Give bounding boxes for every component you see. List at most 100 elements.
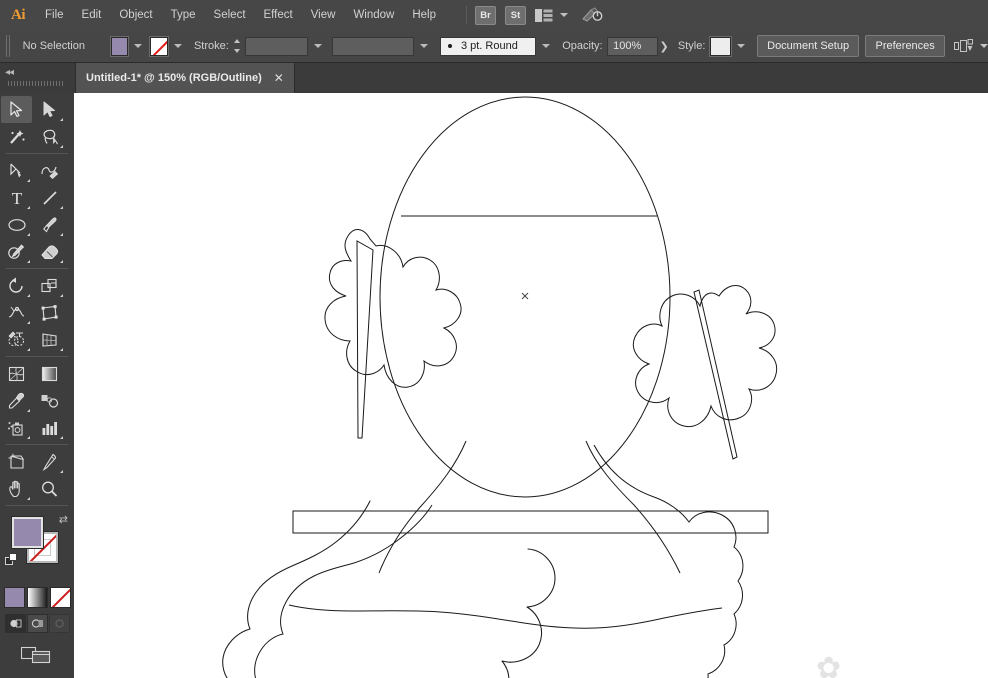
tool-flyout-indicator — [26, 497, 30, 500]
default-fill-stroke-icon[interactable] — [5, 553, 18, 566]
menu-object[interactable]: Object — [110, 0, 161, 30]
graphic-style-swatch[interactable] — [709, 36, 732, 56]
hand-tool[interactable] — [1, 475, 32, 502]
line-segment-tool[interactable] — [34, 184, 65, 211]
stroke-profile-chevron-down-icon[interactable] — [417, 37, 431, 56]
tool-flyout-indicator — [59, 348, 63, 351]
tool-flyout-indicator — [59, 206, 63, 209]
none-mode-button[interactable] — [49, 587, 71, 608]
swap-fill-stroke-icon[interactable]: ⇄ — [59, 513, 68, 526]
blend-tool[interactable] — [34, 387, 65, 414]
tool-flyout-indicator — [59, 470, 63, 473]
width-tool[interactable] — [1, 299, 32, 326]
preferences-button[interactable]: Preferences — [865, 35, 945, 57]
tool-flyout-indicator — [59, 118, 63, 121]
rotate-tool[interactable] — [1, 272, 32, 299]
menu-help[interactable]: Help — [403, 0, 445, 30]
selection-tool[interactable] — [1, 96, 32, 123]
toolbar-divider — [6, 444, 68, 445]
artboard-canvas[interactable]: ✿ pngtree — [74, 93, 988, 678]
paintbrush-tool[interactable] — [34, 211, 65, 238]
opacity-options-arrow-icon[interactable]: ❯ — [658, 37, 671, 56]
brush-preview-icon — [447, 44, 452, 48]
menu-file[interactable]: File — [36, 0, 73, 30]
artboard-tool[interactable] — [1, 448, 32, 475]
bridge-icon[interactable]: Br — [475, 5, 496, 25]
menu-view[interactable]: View — [302, 0, 345, 30]
menu-window[interactable]: Window — [344, 0, 403, 30]
eraser-tool[interactable] — [34, 238, 65, 265]
free-transform-tool[interactable] — [34, 299, 65, 326]
fill-dropdown-chevron-icon[interactable] — [131, 37, 145, 56]
tool-flyout-indicator — [59, 145, 63, 148]
svg-text:T: T — [11, 189, 22, 207]
brush-definition-dropdown[interactable]: 3 pt. Round — [439, 36, 537, 56]
menu-type[interactable]: Type — [162, 0, 205, 30]
curvature-tool[interactable] — [34, 157, 65, 184]
zoom-tool[interactable] — [34, 475, 65, 502]
collapse-panel-icon[interactable]: ◂◂ — [5, 67, 14, 78]
toolbar-grip[interactable] — [8, 81, 63, 86]
toolbar-divider — [6, 268, 68, 269]
fill-color-swatch[interactable] — [110, 36, 129, 56]
control-bar-grip[interactable] — [6, 35, 11, 57]
workspace-switcher-icon[interactable] — [582, 7, 604, 23]
document-tab[interactable]: Untitled-1* @ 150% (RGB/Outline) ✕ — [75, 63, 295, 93]
color-mode-button[interactable] — [3, 587, 25, 608]
gradient-mode-button[interactable] — [26, 587, 48, 608]
app-logo: Ai — [11, 6, 26, 23]
gradient-tool[interactable] — [34, 360, 65, 387]
screen-mode-button[interactable] — [20, 643, 53, 668]
brush-chevron-down-icon[interactable] — [539, 37, 553, 56]
slice-tool[interactable] — [34, 448, 65, 475]
tools-panel: T ⇄ — [0, 93, 75, 678]
shape-builder-tool[interactable] — [1, 326, 32, 353]
align-options-icon[interactable] — [953, 39, 973, 53]
style-chevron-down-icon[interactable] — [734, 37, 748, 56]
symbol-sprayer-tool[interactable] — [1, 414, 32, 441]
shaper-pencil-tool[interactable] — [1, 238, 32, 265]
direct-selection-tool[interactable] — [34, 96, 65, 123]
stroke-weight-stepper[interactable] — [232, 37, 242, 56]
tool-flyout-indicator — [26, 206, 30, 209]
tool-flyout-indicator — [26, 233, 30, 236]
column-graph-tool[interactable] — [34, 414, 65, 441]
ellipse-tool[interactable] — [1, 211, 32, 238]
stroke-color-swatch[interactable] — [150, 36, 169, 56]
lasso-tool[interactable] — [34, 123, 65, 150]
toolbar-fill-swatch[interactable] — [11, 516, 44, 549]
control-bar: No Selection Stroke: 3 pt. Round Opacity… — [0, 30, 988, 63]
eyedropper-tool[interactable] — [1, 387, 32, 414]
menu-separator — [466, 6, 467, 24]
selection-status-label: No Selection — [22, 40, 85, 52]
perspective-grid-tool[interactable] — [34, 326, 65, 353]
pen-tool[interactable] — [1, 157, 32, 184]
close-tab-icon[interactable]: ✕ — [274, 72, 284, 84]
type-tool[interactable]: T — [1, 184, 32, 211]
stroke-weight-input[interactable] — [244, 36, 309, 56]
opacity-input[interactable]: 100% — [607, 36, 658, 56]
stroke-weight-chevron-down-icon[interactable] — [311, 37, 325, 56]
align-chevron-down-icon[interactable] — [979, 44, 988, 48]
tool-grid: T ⇄ — [0, 93, 74, 668]
draw-behind-button[interactable] — [26, 614, 48, 633]
menu-effect[interactable]: Effect — [255, 0, 302, 30]
menu-edit[interactable]: Edit — [73, 0, 111, 30]
draw-inside-button[interactable] — [48, 614, 70, 633]
artwork-detail-layer — [222, 500, 556, 678]
arrange-documents-icon[interactable] — [535, 8, 553, 22]
mesh-tool[interactable] — [1, 360, 32, 387]
menu-select[interactable]: Select — [205, 0, 255, 30]
stock-icon[interactable]: St — [505, 5, 526, 25]
tool-flyout-indicator — [26, 348, 30, 351]
magic-wand-tool[interactable] — [1, 123, 32, 150]
document-setup-button[interactable]: Document Setup — [757, 35, 860, 57]
draw-normal-button[interactable] — [4, 614, 26, 633]
document-tab-title: Untitled-1* @ 150% (RGB/Outline) — [86, 72, 262, 84]
stroke-dropdown-chevron-icon[interactable] — [171, 37, 185, 56]
arrange-chevron-down-icon[interactable] — [560, 13, 568, 17]
tool-flyout-indicator — [26, 179, 30, 182]
scale-tool[interactable] — [34, 272, 65, 299]
stroke-profile-dropdown[interactable] — [332, 36, 415, 56]
tool-flyout-indicator — [26, 294, 30, 297]
